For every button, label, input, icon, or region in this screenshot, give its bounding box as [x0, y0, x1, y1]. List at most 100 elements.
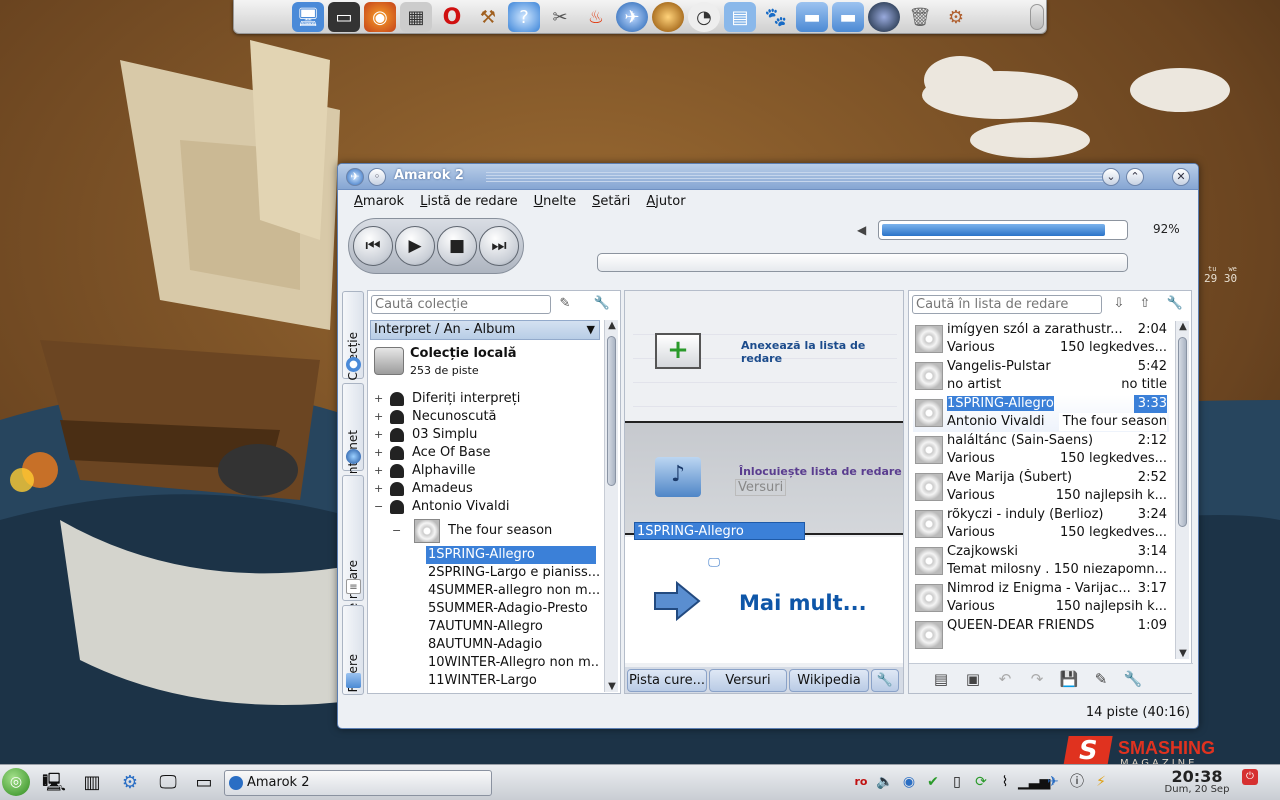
tab-playlists[interactable]: Liste de redare ≡ — [342, 475, 364, 650]
previous-button[interactable]: ⏮ — [353, 226, 393, 266]
close-icon[interactable]: ✕ — [1172, 168, 1190, 186]
system-icon[interactable]: 🖳 — [40, 769, 68, 797]
tree-album[interactable]: − The four season — [370, 516, 600, 546]
append-to-playlist-target[interactable]: + Anexează la lista de redare — [625, 291, 903, 419]
tree-track[interactable]: 1SPRING-Allegro — [370, 546, 600, 564]
info-icon[interactable]: ⓘ — [1066, 769, 1088, 795]
logout-icon[interactable]: ⏻ — [1242, 769, 1258, 785]
battery-icon[interactable]: ⚡ — [1090, 769, 1112, 795]
replace-playlist-target[interactable]: ♪ Înlocuiește lista de redare Versuri — [625, 421, 903, 535]
start-menu-icon[interactable]: ◎ — [2, 768, 30, 796]
playlist-item[interactable]: rõkyczi - induly (Berlioz) 3:24 Various 150… — [913, 506, 1169, 543]
window-icon[interactable]: ▤ — [724, 2, 756, 32]
trash-icon[interactable]: 🗑 — [904, 2, 936, 32]
scroll-thumb[interactable] — [1178, 337, 1187, 527]
export-playlist-icon[interactable]: ✎ — [1089, 667, 1113, 691]
dragged-track[interactable]: 1SPRING-Allegro — [634, 522, 805, 540]
tab-current-track[interactable]: Pista cure... — [627, 669, 707, 692]
collection-scrollbar[interactable]: ▲ ▼ — [604, 320, 618, 692]
next-button[interactable]: ⏭ — [479, 226, 519, 266]
playlist-item[interactable]: Ave Marija (Šubert) 2:52 Various 150 najlep… — [913, 469, 1169, 506]
browser-icon[interactable]: ⚙ — [116, 769, 144, 797]
playlist-item[interactable]: QUEEN-DEAR FRIENDS 1:09 — [913, 617, 1169, 654]
edit-filter-icon[interactable]: ✎ — [555, 294, 575, 314]
scroll-up-icon[interactable]: ▲ — [605, 320, 619, 331]
notes-icon[interactable]: ▯ — [946, 769, 968, 795]
tree-track[interactable]: 5SUMMER-Adagio-Presto — [370, 600, 600, 618]
playlist-item[interactable]: Czajkowski 3:14 Temat milosny ... 150 nieza… — [913, 543, 1169, 580]
monitor-icon[interactable]: 🖵 — [154, 769, 182, 797]
collapse-icon[interactable]: − — [374, 498, 384, 516]
context-settings-icon[interactable]: 🔧 — [871, 669, 899, 692]
maximize-icon[interactable]: ⌃ — [1126, 168, 1144, 186]
tree-track[interactable]: 8AUTUMN-Adagio — [370, 636, 600, 654]
clipboard-icon[interactable]: ◉ — [898, 769, 920, 795]
network-icon[interactable]: ✈ — [616, 2, 648, 32]
opera-icon[interactable]: O — [436, 2, 468, 32]
window-menu-icon[interactable]: ✈ — [346, 168, 364, 186]
keyboard-layout-icon[interactable]: ro — [850, 769, 872, 795]
save-playlist-icon[interactable]: 💾 — [1057, 667, 1081, 691]
taskbar-amarok[interactable]: Amarok 2 — [224, 770, 492, 796]
wifi-icon[interactable]: ⌇ — [994, 769, 1016, 795]
menu-tools[interactable]: Unelte — [534, 194, 576, 209]
terminal-icon[interactable]: ▭ — [328, 2, 360, 32]
tree-track[interactable]: 7AUTUMN-Allegro — [370, 618, 600, 636]
dock-toggle-icon[interactable] — [1030, 4, 1044, 30]
expand-icon[interactable]: + — [374, 426, 384, 444]
devices-icon[interactable]: ▭ — [190, 769, 218, 797]
scroll-down-icon[interactable]: ▼ — [605, 681, 619, 692]
play-button[interactable]: ▶ — [395, 226, 435, 266]
playlist-item-current[interactable]: 1SPRING-Allegro 3:33 Antonio Vivaldi The fo… — [913, 395, 1169, 432]
network-icon[interactable]: ✈ — [1042, 769, 1064, 795]
tree-track[interactable]: 4SUMMER-allegro non m... — [370, 582, 600, 600]
tab-lyrics[interactable]: Versuri — [709, 669, 787, 692]
more-options-target[interactable]: 🖵 Mai mult... — [625, 537, 903, 663]
sticky-icon[interactable]: ◦ — [368, 168, 386, 186]
menu-playlist[interactable]: Listă de redare — [420, 194, 518, 209]
globe-icon[interactable] — [868, 2, 900, 32]
playlist-item[interactable]: Vangelis-Pulstar 5:42 no artist no title — [913, 358, 1169, 395]
folder-icon[interactable]: ▬ — [832, 2, 864, 32]
volume-icon[interactable]: ◀ — [857, 223, 871, 237]
tab-collection[interactable]: Colecție ● — [342, 291, 364, 380]
folder-icon[interactable]: ▬ — [796, 2, 828, 32]
tree-artist[interactable]: + Alphaville — [370, 462, 600, 480]
expand-icon[interactable]: + — [374, 390, 384, 408]
undo-icon[interactable]: ↶ — [993, 667, 1017, 691]
scroll-up-icon[interactable]: ▲ — [1176, 321, 1190, 332]
playlist-scrollbar[interactable]: ▲ ▼ — [1175, 321, 1189, 659]
stop-button[interactable]: ■ — [437, 226, 477, 266]
calculator-icon[interactable]: ▦ — [400, 2, 432, 32]
tree-artist[interactable]: + Necunoscută — [370, 408, 600, 426]
tree-artist[interactable]: + Diferiți interpreți — [370, 390, 600, 408]
collection-tools-icon[interactable]: 🔧 — [592, 294, 612, 314]
expand-icon[interactable]: + — [374, 408, 384, 426]
arrow-down-icon[interactable]: ⇩ — [1109, 294, 1129, 314]
menu-amarok[interactable]: Amarok — [354, 194, 404, 209]
tree-track[interactable]: 11WINTER-Largo — [370, 672, 600, 690]
help-icon[interactable]: ? — [508, 2, 540, 32]
burner-icon[interactable]: ♨ — [580, 2, 612, 32]
tools-icon[interactable]: ⚒ — [472, 2, 504, 32]
tree-artist[interactable]: + Ace Of Base — [370, 444, 600, 462]
scroll-thumb[interactable] — [607, 336, 616, 486]
signal-icon[interactable]: ▁▃▅ — [1018, 769, 1050, 795]
clear-playlist-icon[interactable]: ▤ — [929, 667, 953, 691]
playlist-item[interactable]: imígyen szól a zarathustr... 2:04 Various 1… — [913, 321, 1169, 358]
tree-artist[interactable]: +03 Simplu — [370, 426, 600, 444]
title-bar[interactable]: ✈ ◦ Amarok 2 ⌄ ⌃ ✕ — [338, 164, 1198, 190]
collection-sort-select[interactable]: Interpret / An - Album ▼ — [370, 320, 600, 340]
arrow-up-icon[interactable]: ⇧ — [1135, 294, 1155, 314]
preferences-icon[interactable]: ⚙ — [940, 2, 972, 32]
tab-files[interactable]: Fișiere — [342, 605, 364, 695]
gimp-icon[interactable]: 🐾 — [760, 2, 792, 32]
tab-wikipedia[interactable]: Wikipedia — [789, 669, 869, 692]
menu-settings[interactable]: Setări — [592, 194, 630, 209]
volume-slider[interactable] — [878, 220, 1128, 240]
tree-track[interactable]: 2SPRING-Largo e pianiss... — [370, 564, 600, 582]
clock[interactable]: 20:38 Dum, 20 Sep — [1160, 767, 1234, 795]
track-progress-bar[interactable] — [597, 253, 1128, 272]
playlist-search-input[interactable] — [912, 295, 1102, 314]
minimize-icon[interactable]: ⌄ — [1102, 168, 1120, 186]
